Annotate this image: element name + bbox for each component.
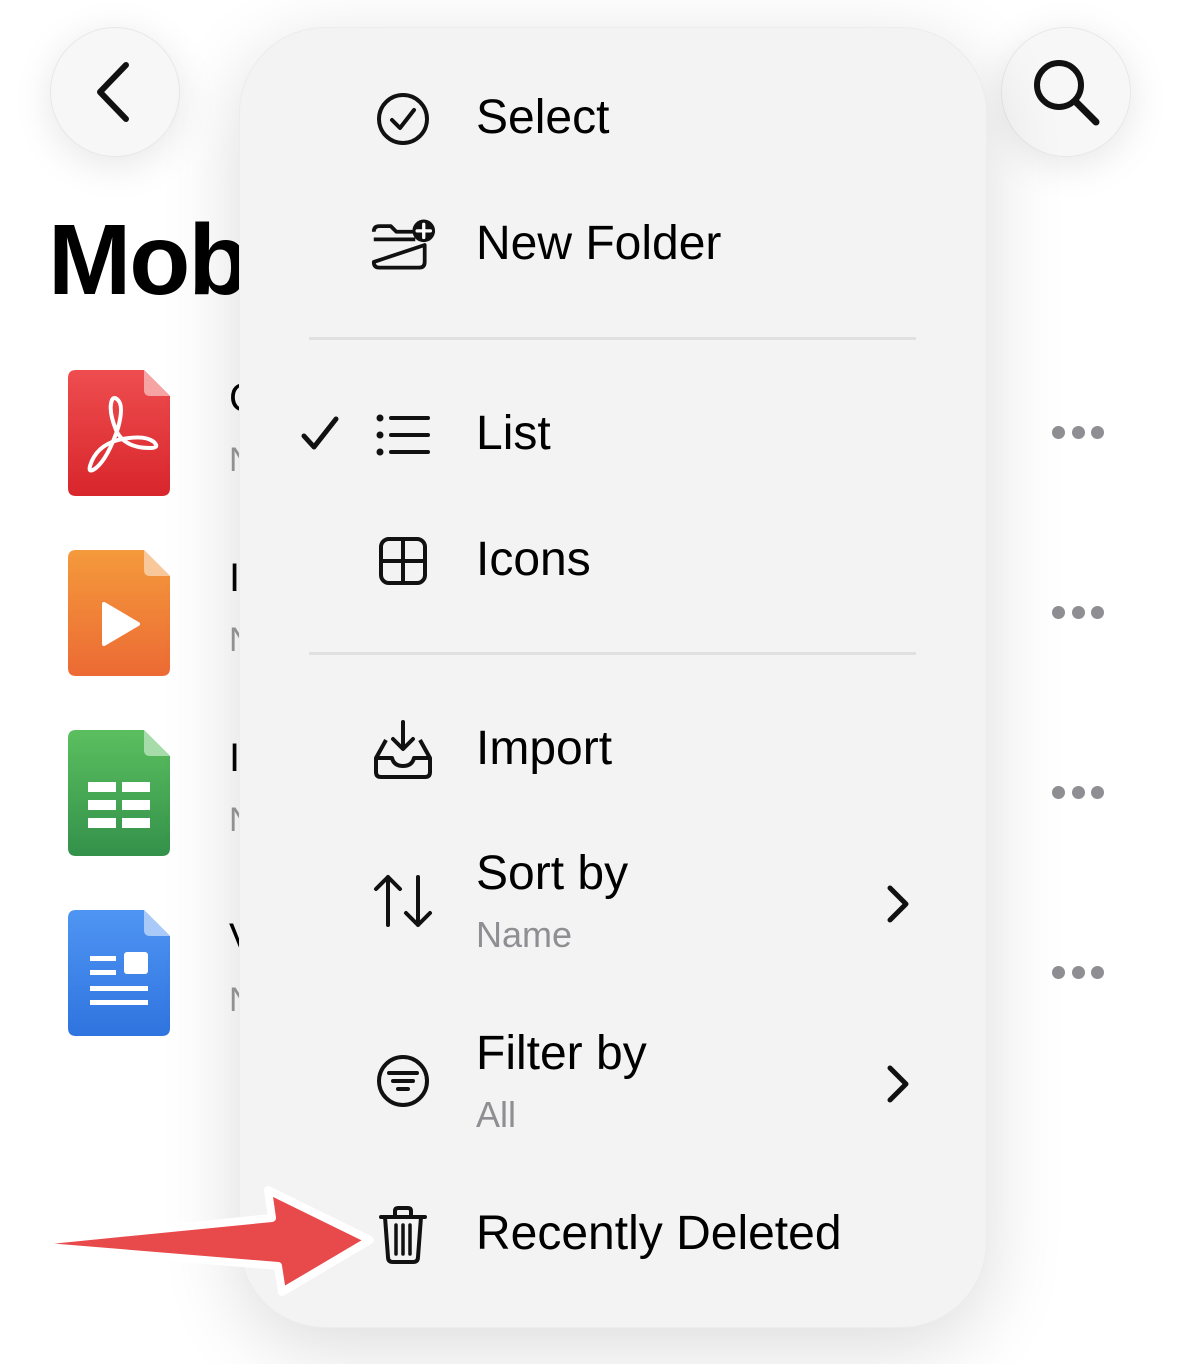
list-icon	[370, 402, 436, 468]
menu-item-select[interactable]: Select	[240, 84, 986, 154]
search-icon	[1034, 60, 1100, 126]
menu-item-value: All	[476, 1094, 517, 1135]
menu-item-icons[interactable]: Icons	[240, 526, 986, 596]
menu-item-value: Name	[476, 914, 573, 955]
menu-divider	[309, 337, 916, 340]
menu-item-sort-by[interactable]: Sort by Name	[240, 846, 986, 966]
tray-download-icon	[370, 717, 436, 783]
annotation-arrow	[6, 1186, 374, 1296]
video-file-icon	[68, 550, 170, 676]
menu-item-label: Recently Deleted	[476, 1207, 842, 1260]
menu-item-label: Icons	[476, 533, 591, 586]
menu-item-label: Select	[476, 91, 610, 144]
sort-arrows-icon	[370, 868, 436, 934]
spreadsheet-file-icon	[68, 730, 170, 856]
menu-item-label: Import	[476, 722, 613, 775]
grid-icon	[370, 528, 436, 594]
more-button[interactable]	[1052, 964, 1104, 980]
options-menu: Select New Folder List Icons Import Sort…	[239, 27, 987, 1328]
chevron-right-icon	[887, 1065, 909, 1103]
chevron-right-icon	[887, 885, 909, 923]
folder-plus-icon	[370, 212, 436, 278]
menu-item-label: List	[476, 407, 551, 460]
more-button[interactable]	[1052, 424, 1104, 440]
more-button[interactable]	[1052, 784, 1104, 800]
filter-circle-icon	[370, 1048, 436, 1114]
checkmark-icon	[301, 416, 339, 450]
menu-item-list[interactable]: List	[240, 400, 986, 470]
menu-item-new-folder[interactable]: New Folder	[240, 210, 986, 280]
menu-item-label: Filter by	[476, 1027, 647, 1080]
document-file-icon	[68, 910, 170, 1036]
menu-divider	[309, 652, 916, 655]
menu-item-label: New Folder	[476, 217, 722, 270]
menu-item-label: Sort by	[476, 847, 629, 900]
pdf-file-icon	[68, 370, 170, 496]
menu-item-import[interactable]: Import	[240, 715, 986, 785]
page-title: Mob	[48, 204, 249, 316]
back-button[interactable]	[50, 27, 180, 157]
checkmark-circle-icon	[370, 86, 436, 152]
more-button[interactable]	[1052, 604, 1104, 620]
chevron-left-icon	[97, 62, 129, 122]
search-button[interactable]	[1001, 27, 1131, 157]
menu-item-filter-by[interactable]: Filter by All	[240, 1026, 986, 1146]
